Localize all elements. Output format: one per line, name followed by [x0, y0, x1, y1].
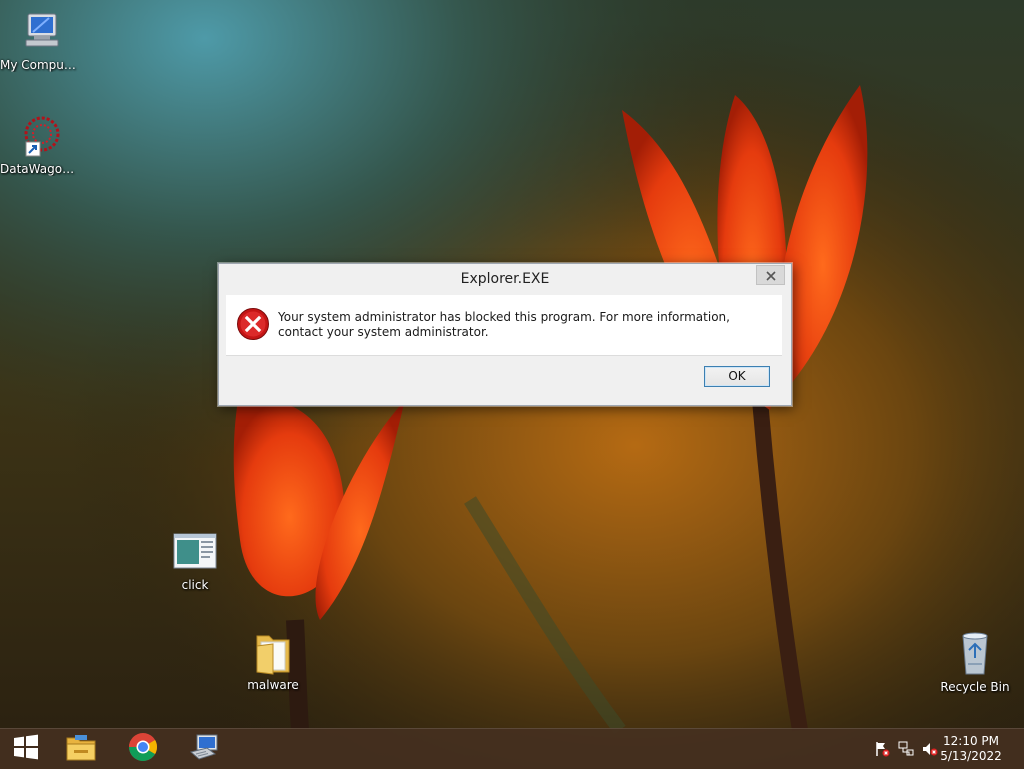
network-computer-icon [188, 732, 220, 766]
click-window-icon [171, 528, 219, 576]
error-icon [236, 307, 270, 341]
start-icon [13, 734, 39, 764]
start-button[interactable] [0, 729, 52, 769]
taskbar-file-explorer[interactable] [55, 729, 107, 769]
file-explorer-icon [65, 732, 97, 766]
malware-label: malware [247, 678, 299, 692]
dialog-title: Explorer.EXE [460, 271, 550, 287]
folder-icon [249, 628, 297, 676]
recycle-bin-label: Recycle Bin [940, 680, 1010, 694]
my-computer-icon [16, 8, 64, 56]
dialog-message: Your system administrator has blocked th… [278, 310, 730, 339]
dialog-close-button[interactable] [756, 265, 785, 285]
action-center-flag-icon[interactable] [874, 741, 890, 757]
desktop-icon-malware[interactable]: malware [233, 628, 313, 692]
recycle-bin-icon [951, 630, 999, 678]
clock-time: 12:10 PM [943, 734, 999, 748]
dialog-content: Your system administrator has blocked th… [226, 295, 782, 355]
dialog-titlebar[interactable]: Explorer.EXE [219, 264, 791, 295]
ok-button[interactable]: OK [704, 366, 770, 387]
datawagon-label: DataWagon... [0, 162, 80, 176]
desktop-icon-my-computer[interactable]: My Computer [0, 8, 80, 72]
clock-date: 5/13/2022 [940, 749, 1002, 763]
close-icon [765, 266, 776, 285]
taskbar: 12:10 PM 5/13/2022 [0, 728, 1024, 769]
taskbar-chrome[interactable] [117, 729, 169, 769]
desktop-icon-click[interactable]: click [155, 528, 235, 592]
explorer-error-dialog: Explorer.EXE Your system administrator h… [218, 263, 792, 406]
chrome-icon [128, 732, 158, 766]
desktop-icon-datawagon[interactable]: DataWagon... [0, 112, 80, 176]
taskbar-clock[interactable]: 12:10 PM 5/13/2022 [936, 734, 1006, 764]
dialog-footer: OK [226, 355, 782, 399]
click-label: click [181, 578, 209, 592]
datawagon-icon [16, 112, 64, 160]
network-icon[interactable] [898, 741, 914, 757]
desktop-icon-recycle-bin[interactable]: Recycle Bin [935, 630, 1015, 694]
taskbar-network-computer[interactable] [178, 729, 230, 769]
my-computer-label: My Computer [0, 58, 80, 72]
